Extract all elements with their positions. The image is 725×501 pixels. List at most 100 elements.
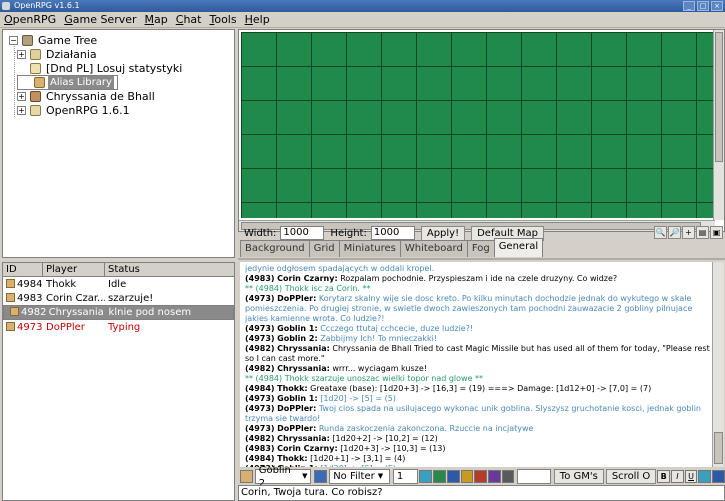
tree-item-chryssania[interactable]: + Chryssania de Bhall: [17, 89, 157, 103]
chat-scrollbar[interactable]: [712, 262, 724, 467]
menu-tools[interactable]: Tools: [209, 13, 236, 26]
dice-count-field[interactable]: 1: [392, 469, 419, 484]
message-sender: (4984): [245, 384, 275, 393]
window-titlebar[interactable]: OpenRPG v1.6.1 _ □ ×: [0, 0, 725, 12]
chat-message: (4973) Goblin 1: [1d20] -> [5] = (5): [245, 464, 712, 467]
d10-icon[interactable]: [460, 470, 474, 483]
chat-icon[interactable]: [240, 470, 253, 483]
to-gm-button[interactable]: To GM's: [553, 469, 604, 484]
message-text: wrrr... wyciagam kusze!: [332, 364, 427, 373]
message-text: Greataxe (base): [1d20+3] -> [16,3] = (1…: [310, 384, 652, 393]
tree-item-dzialania[interactable]: + Działania: [17, 47, 99, 61]
d100-icon[interactable]: [501, 470, 515, 483]
scroll-thumb[interactable]: [715, 32, 723, 162]
player-icon: [10, 307, 19, 316]
chat-message: (4982) Chryssania: Chryssania de Bhall T…: [245, 344, 712, 364]
tree-item-losuj-statystyki[interactable]: [Dnd PL] Losuj statystyki: [17, 61, 184, 75]
zoom-out-icon[interactable]: 🔍: [654, 226, 667, 239]
filter-select[interactable]: No Filter ▼: [329, 469, 390, 484]
game-tree-panel: − Game Tree + Działania [Dnd PL] Losuj s…: [2, 29, 235, 258]
close-button[interactable]: ×: [711, 1, 723, 11]
chat-message: (4973) DoPPler: Runda zaskoczenia zakonc…: [245, 424, 712, 434]
tree-item-openrpg[interactable]: + OpenRPG 1.6.1: [17, 103, 132, 117]
save-map-icon[interactable]: ▣: [710, 226, 723, 239]
maximize-button[interactable]: □: [697, 1, 709, 11]
column-player[interactable]: Player: [43, 263, 105, 276]
tree-item-alias-library[interactable]: Alias Library: [17, 75, 118, 90]
chevron-down-icon: ▼: [302, 472, 308, 480]
menu-game-server[interactable]: Game Server: [64, 13, 136, 26]
d6-icon[interactable]: [433, 470, 446, 483]
text-color-icon[interactable]: [698, 470, 712, 483]
d8-icon[interactable]: [446, 470, 460, 483]
tab-fog[interactable]: Fog: [466, 240, 495, 257]
tree-root[interactable]: − Game Tree: [9, 33, 99, 47]
chat-message: (4973) Goblin 2: Zabbijmy Ich! To mniecz…: [245, 334, 712, 344]
chat-message: (4983) Corin Czarny: [1d20+3] -> [10,3] …: [245, 444, 712, 454]
chat-message: (4983) Corin Czarny: Rozpalam pochodnie.…: [245, 274, 712, 284]
tab-general[interactable]: General: [493, 238, 544, 257]
message-text: Zabbijmy Ich! To mnieczakki!: [320, 334, 438, 343]
expand-icon[interactable]: +: [17, 49, 26, 59]
menu-map[interactable]: Map: [145, 13, 168, 26]
apply-button[interactable]: Apply!: [420, 225, 466, 241]
collapse-icon[interactable]: −: [9, 35, 18, 45]
player-row[interactable]: 4973 DoPPler Typing: [3, 320, 234, 334]
scroll-lock-button[interactable]: Scroll O: [605, 469, 657, 484]
filter-icon[interactable]: [314, 470, 328, 483]
height-label: Height:: [330, 227, 367, 239]
underline-icon[interactable]: U: [684, 470, 698, 483]
map-canvas[interactable]: [238, 29, 725, 232]
map-vertical-scrollbar[interactable]: [713, 30, 724, 220]
message-sender: (4973): [245, 324, 275, 333]
d4-icon[interactable]: [419, 470, 433, 483]
player-row[interactable]: 4983 Corin Czar... szarzuje!: [3, 291, 234, 305]
message-name: DoPPler:: [277, 424, 317, 433]
message-name: Goblin 1:: [277, 324, 318, 333]
window-title: OpenRPG v1.6.1: [14, 1, 80, 10]
expand-icon[interactable]: +: [17, 105, 26, 115]
chat-message: (4973) DoPPler: Twoj cios spada na usilu…: [245, 404, 712, 424]
speaker-select[interactable]: Goblin 2 ▼: [254, 465, 312, 489]
tab-grid[interactable]: Grid: [308, 240, 340, 257]
bold-icon[interactable]: B: [657, 470, 671, 483]
player-icon: [6, 321, 15, 331]
open-map-icon[interactable]: ▤: [696, 226, 709, 239]
message-text: ** (4984) Thokk isc za Corin. **: [245, 284, 371, 293]
zoom-in-icon[interactable]: 🔎: [668, 226, 681, 239]
width-label: Width:: [244, 227, 277, 239]
menu-help[interactable]: Help: [245, 13, 270, 26]
tab-background[interactable]: Background: [240, 240, 310, 257]
player-list-header: ID Player Status: [3, 263, 234, 277]
chat-log: jedynie odgłosem spadających w oddali kr…: [240, 262, 712, 467]
d12-icon[interactable]: [474, 470, 487, 483]
width-field[interactable]: 1000: [280, 226, 325, 240]
chat-message: (4984) Thokk: Greataxe (base): [1d20+3] …: [245, 384, 712, 394]
map-grid[interactable]: [241, 32, 713, 218]
chat-message: (4982) Chryssania: [1d20+2] -> [10,2] = …: [245, 434, 712, 444]
scroll-thumb[interactable]: [714, 432, 723, 464]
column-id[interactable]: ID: [3, 263, 43, 276]
italic-icon[interactable]: I: [671, 470, 684, 483]
tab-whiteboard[interactable]: Whiteboard: [399, 240, 468, 257]
message-sender: (4982): [245, 364, 275, 373]
save-log-icon[interactable]: [712, 470, 725, 483]
tab-miniatures[interactable]: Miniatures: [338, 240, 401, 257]
player-row[interactable]: 4982 Chryssania klnie pod nosem: [3, 305, 234, 320]
d20-icon[interactable]: [487, 470, 501, 483]
pin-icon[interactable]: +: [682, 226, 695, 239]
menu-chat[interactable]: Chat: [176, 13, 202, 26]
message-text: Rozpalam pochodnie. Przyspieszam i ide n…: [340, 274, 618, 283]
message-name: DoPPler:: [277, 294, 317, 303]
height-field[interactable]: 1000: [370, 226, 415, 240]
expand-icon[interactable]: +: [17, 91, 26, 101]
column-status[interactable]: Status: [105, 263, 234, 276]
app-icon: [2, 2, 10, 10]
message-text: [1d20] -> [5] = (5): [320, 394, 396, 403]
minimize-button[interactable]: _: [683, 1, 695, 11]
splitter[interactable]: [238, 258, 725, 260]
player-row[interactable]: 4984 Thokk Idle: [3, 277, 234, 291]
modifier-field[interactable]: [517, 469, 551, 484]
chat-input[interactable]: Corin, Twoja tura. Co robisz?: [238, 485, 725, 501]
menu-openrpg[interactable]: OpenRPG: [4, 13, 56, 26]
